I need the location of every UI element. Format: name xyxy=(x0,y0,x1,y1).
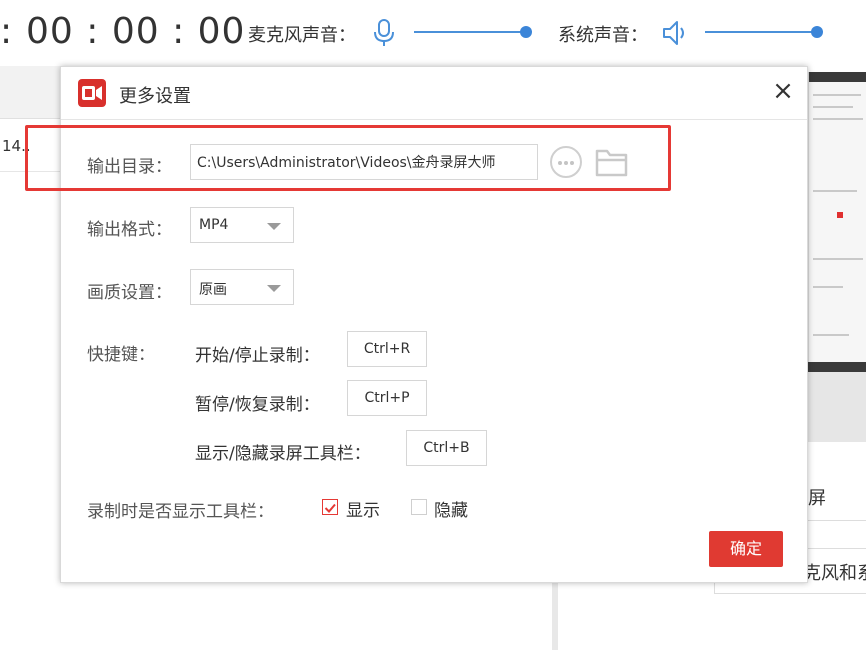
show-toolbar-option-label[interactable]: 显示 xyxy=(346,496,380,521)
output-format-select[interactable]: MP4 xyxy=(190,207,294,243)
toolbar-display-label: 录制时是否显示工具栏： xyxy=(87,502,274,522)
panel-divider xyxy=(552,582,558,650)
system-volume-slider[interactable] xyxy=(705,26,823,38)
video-preview-thumbnail xyxy=(808,72,866,362)
list-header xyxy=(0,66,60,119)
output-dir-label: 输出目录： xyxy=(87,157,172,177)
hotkey-toolbar-label: 显示/隐藏录屏工具栏： xyxy=(195,444,371,464)
option-text: 屏 xyxy=(808,488,826,509)
hotkey-toolbar-input[interactable]: Ctrl+B xyxy=(406,430,487,466)
chevron-down-icon xyxy=(267,285,281,292)
speaker-icon[interactable] xyxy=(660,18,690,48)
timer-prefix: : xyxy=(0,11,13,52)
system-volume-label: 系统声音： xyxy=(558,25,648,46)
system-volume-slider-handle[interactable] xyxy=(811,26,823,38)
hotkey-start-stop-label: 开始/停止录制： xyxy=(195,346,320,366)
recorder-toolbar: : 00 : 00 : 00 麦克风声音： 系统声音： xyxy=(0,0,866,66)
mic-volume-slider[interactable] xyxy=(414,26,532,38)
quality-value: 原画 xyxy=(199,282,227,298)
mic-volume-label: 麦克风声音： xyxy=(248,25,356,46)
list-item-text: 14.. xyxy=(2,137,31,155)
app-logo-icon xyxy=(78,79,106,107)
chevron-down-icon xyxy=(267,223,281,230)
output-format-value: MP4 xyxy=(199,217,229,233)
more-dots-icon[interactable] xyxy=(550,146,582,178)
hide-toolbar-checkbox[interactable] xyxy=(411,499,427,515)
microphone-icon[interactable] xyxy=(372,18,396,48)
folder-icon[interactable] xyxy=(594,146,630,178)
more-settings-dialog: 更多设置 × 输出目录： 输出格式： MP4 画质设置： 原画 快捷键： 开始/… xyxy=(25,66,808,583)
option-text: 克风和系 xyxy=(803,563,866,584)
output-format-label: 输出格式： xyxy=(87,220,172,240)
quality-select[interactable]: 原画 xyxy=(190,269,294,305)
confirm-button[interactable]: 确定 xyxy=(709,531,783,567)
close-icon[interactable]: × xyxy=(769,77,797,105)
hotkeys-label: 快捷键： xyxy=(87,345,155,365)
option-row[interactable]: 屏 xyxy=(808,474,866,521)
output-dir-input[interactable] xyxy=(190,144,538,180)
recording-timer: 00 : 00 : 00 xyxy=(26,11,246,52)
hotkey-start-stop-input[interactable]: Ctrl+R xyxy=(347,331,427,367)
list-item[interactable]: 14.. xyxy=(0,119,60,172)
panel-header xyxy=(808,372,866,442)
hide-toolbar-option-label[interactable]: 隐藏 xyxy=(434,496,468,521)
hotkey-pause-resume-input[interactable]: Ctrl+P xyxy=(347,380,427,416)
preview-divider xyxy=(808,362,866,372)
mic-volume-slider-handle[interactable] xyxy=(520,26,532,38)
dialog-title: 更多设置 xyxy=(119,86,191,107)
dialog-header: 更多设置 × xyxy=(61,67,807,120)
checkmark-icon xyxy=(324,503,336,513)
quality-label: 画质设置： xyxy=(87,283,172,303)
hotkey-pause-resume-label: 暂停/恢复录制： xyxy=(195,395,320,415)
show-toolbar-checkbox[interactable] xyxy=(322,499,338,515)
